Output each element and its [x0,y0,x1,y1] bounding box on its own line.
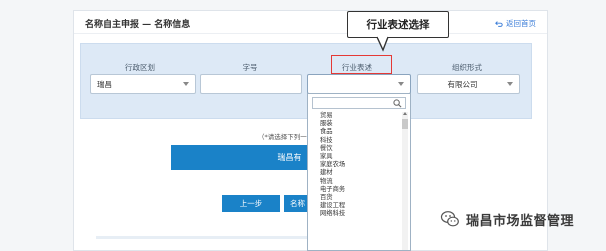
chevron-down-icon [398,82,404,86]
wechat-logo-icon [440,211,459,227]
dropdown-option[interactable]: 餐饮 [320,145,400,153]
org-form-select[interactable]: 有限公司 [417,74,520,94]
dropdown-search-input[interactable] [312,97,406,109]
region-label: 行政区划 [125,63,155,72]
search-icon [393,99,402,108]
industry-select[interactable] [307,74,411,94]
size-input[interactable] [200,74,302,94]
dropdown-option[interactable]: 家具 [320,153,400,161]
hint-text: （*请选择下列一项 [258,133,314,141]
dropdown-options: 贸易 服装 食品 科技 餐饮 家具 家庭农场 建材 物流 电子商务 百货 建设工… [320,112,400,219]
region-select[interactable]: 瑞昌 [90,74,196,94]
watermark-text: 瑞昌市场监督管理 [466,213,575,229]
dropdown-scrollbar[interactable] [402,112,408,250]
previous-step-button[interactable]: 上一步 [222,195,280,212]
industry-dropdown[interactable]: 贸易 服装 食品 科技 餐饮 家具 家庭农场 建材 物流 电子商务 百货 建设工… [307,93,411,251]
highlight-box [331,55,392,74]
dropdown-option[interactable]: 贸易 [320,112,400,120]
watermark: 瑞昌市场监督管理 [440,209,574,229]
dropdown-option[interactable]: 科技 [320,137,400,145]
back-home-link[interactable]: 返回首页 [495,18,536,29]
org-form-value: 有限公司 [447,79,478,89]
callout-pointer [376,36,389,52]
scroll-up-icon[interactable] [403,112,407,115]
dropdown-option[interactable]: 建材 [320,169,400,177]
annotation-callout: 行业表述选择 [347,11,449,38]
dropdown-option[interactable]: 物流 [320,178,400,186]
dropdown-option[interactable]: 食品 [320,128,400,136]
divider [74,33,547,34]
size-label: 字号 [242,63,258,72]
org-form-label: 组织形式 [452,63,482,72]
page-title: 名称自主申报 — 名称信息 [85,20,191,30]
chevron-down-icon [183,82,189,86]
chevron-down-icon [507,82,513,86]
scrollbar-thumb[interactable] [402,119,408,129]
dropdown-option[interactable]: 电子商务 [320,186,400,194]
region-value: 瑞昌 [97,79,112,89]
bottom-bar [96,236,308,239]
dropdown-option[interactable]: 网络科技 [320,210,400,218]
dropdown-option[interactable]: 百货 [320,194,400,202]
back-home-label: 返回首页 [506,19,536,28]
return-icon [495,20,503,27]
